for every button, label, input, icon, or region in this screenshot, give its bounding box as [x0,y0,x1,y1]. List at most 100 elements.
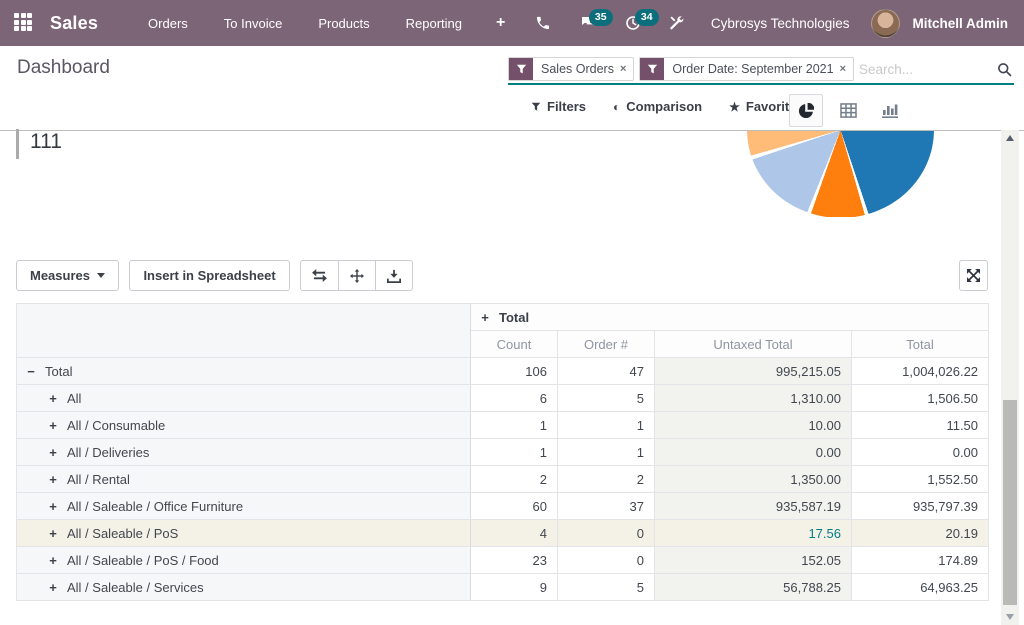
scroll-down-arrow-icon[interactable] [1001,609,1019,625]
cell-order[interactable]: 0 [558,520,655,547]
cell-total[interactable]: 174.89 [852,547,989,574]
cell-order[interactable]: 1 [558,439,655,466]
cell-untaxed[interactable]: 1,350.00 [655,466,852,493]
expand-icon[interactable]: + [48,553,58,568]
scrollbar-thumb[interactable] [1003,400,1017,605]
menu-products[interactable]: Products [304,8,383,39]
comparison-dropdown[interactable]: ◐ Comparison [613,99,702,114]
row-header[interactable]: +All / Saleable / PoS [17,520,471,547]
search-facet-sales-orders[interactable]: Sales Orders × [508,57,634,81]
expand-icon[interactable]: + [48,526,58,541]
cell-untaxed[interactable]: 0.00 [655,439,852,466]
debug-tools-button[interactable] [657,7,697,39]
cell-order[interactable]: 1 [558,412,655,439]
facet-remove-icon[interactable]: × [620,58,633,80]
cell-total[interactable]: 1,004,026.22 [852,358,989,385]
search-facet-order-date[interactable]: Order Date: September 2021 × [639,57,854,81]
expand-icon[interactable]: + [48,445,58,460]
expand-icon: + [480,310,490,325]
row-header[interactable]: +All / Deliveries [17,439,471,466]
menu-reporting[interactable]: Reporting [392,8,476,39]
user-avatar[interactable] [871,9,900,38]
cell-total[interactable]: 64,963.25 [852,574,989,601]
filters-dropdown[interactable]: Filters [531,99,586,114]
view-switcher-list[interactable] [831,94,865,127]
row-header[interactable]: −Total [17,358,471,385]
download-xlsx-button[interactable] [375,260,413,291]
row-header[interactable]: +All / Saleable / PoS / Food [17,547,471,574]
cell-untaxed[interactable]: 17.56 [655,520,852,547]
view-switcher-graph[interactable] [873,94,907,127]
cell-total[interactable]: 1,506.50 [852,385,989,412]
messages-button[interactable]: 35 [567,7,609,39]
apps-menu-icon[interactable] [14,13,34,33]
cell-order[interactable]: 5 [558,385,655,412]
dashboard-pie-chart[interactable] [747,131,934,217]
expand-icon[interactable]: + [48,499,58,514]
cell-untaxed[interactable]: 152.05 [655,547,852,574]
cell-total[interactable]: 935,797.39 [852,493,989,520]
activities-button[interactable]: 34 [613,7,653,39]
cell-count[interactable]: 4 [471,520,558,547]
table-row: −Total 106 47 995,215.05 1,004,026.22 [17,358,989,385]
measure-untaxed-total[interactable]: Untaxed Total [655,331,852,358]
app-title[interactable]: Sales [50,13,98,34]
scroll-up-arrow-icon[interactable] [1001,130,1019,146]
fullscreen-button[interactable] [959,260,988,291]
vertical-scrollbar[interactable] [1001,130,1019,625]
search-input[interactable] [859,62,991,77]
cell-untaxed[interactable]: 56,788.25 [655,574,852,601]
expand-all-button[interactable] [338,260,376,291]
measures-button[interactable]: Measures [16,260,119,291]
user-name[interactable]: Mitchell Admin [904,16,1008,31]
pivot-col-group-header[interactable]: +Total [471,304,989,331]
cell-total[interactable]: 0.00 [852,439,989,466]
expand-icon[interactable]: + [48,418,58,433]
measure-count[interactable]: Count [471,331,558,358]
cell-untaxed[interactable]: 10.00 [655,412,852,439]
cell-count[interactable]: 9 [471,574,558,601]
menu-plus[interactable]: + [484,8,517,38]
expand-icon[interactable]: + [48,391,58,406]
facet-remove-icon[interactable]: × [840,58,853,80]
row-header[interactable]: +All / Rental [17,466,471,493]
cell-order[interactable]: 2 [558,466,655,493]
cell-untaxed[interactable]: 995,215.05 [655,358,852,385]
expand-icon[interactable]: + [48,580,58,595]
flip-axis-button[interactable] [300,260,339,291]
company-name[interactable]: Cybrosys Technologies [701,16,868,31]
cell-order[interactable]: 37 [558,493,655,520]
breadcrumb[interactable]: Dashboard [17,57,110,79]
measure-order[interactable]: Order # [558,331,655,358]
cell-untaxed[interactable]: 935,587.19 [655,493,852,520]
menu-to-invoice[interactable]: To Invoice [210,8,297,39]
expand-icon[interactable]: + [48,472,58,487]
row-header[interactable]: +All / Saleable / Office Furniture [17,493,471,520]
row-header[interactable]: +All [17,385,471,412]
cell-total[interactable]: 20.19 [852,520,989,547]
cell-total[interactable]: 1,552.50 [852,466,989,493]
voip-phone-button[interactable] [523,7,563,39]
cell-count[interactable]: 1 [471,412,558,439]
cell-untaxed[interactable]: 1,310.00 [655,385,852,412]
cell-count[interactable]: 6 [471,385,558,412]
cell-order[interactable]: 47 [558,358,655,385]
cell-count[interactable]: 2 [471,466,558,493]
cell-count[interactable]: 106 [471,358,558,385]
cell-count[interactable]: 1 [471,439,558,466]
funnel-icon [531,102,541,112]
view-switcher-dashboard[interactable] [789,94,823,127]
collapse-icon[interactable]: − [26,364,36,379]
cell-count[interactable]: 60 [471,493,558,520]
cell-order[interactable]: 0 [558,547,655,574]
cell-order[interactable]: 5 [558,574,655,601]
row-header[interactable]: +All / Consumable [17,412,471,439]
cell-count[interactable]: 23 [471,547,558,574]
cell-total[interactable]: 11.50 [852,412,989,439]
insert-in-spreadsheet-button[interactable]: Insert in Spreadsheet [129,260,289,291]
measure-total[interactable]: Total [852,331,989,358]
search-icon[interactable] [991,62,1014,77]
filter-funnel-icon [509,58,533,80]
menu-orders[interactable]: Orders [134,8,202,39]
row-header[interactable]: +All / Saleable / Services [17,574,471,601]
